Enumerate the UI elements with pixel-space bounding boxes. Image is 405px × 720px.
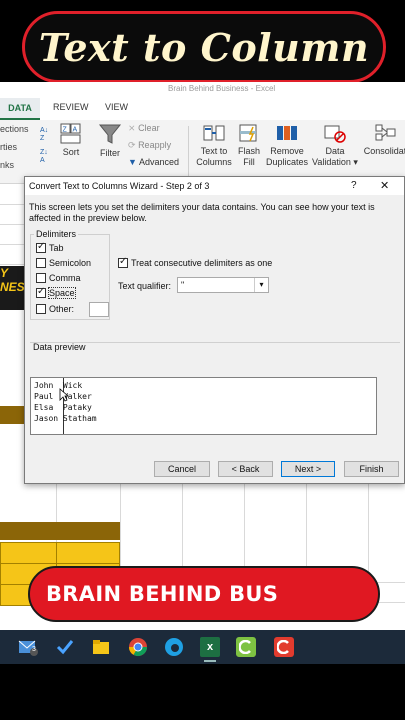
active-app-indicator <box>204 660 216 662</box>
reapply-button[interactable]: ⟳ Reapply <box>128 140 171 151</box>
checkbox-empty-icon <box>36 273 46 283</box>
comma-checkbox[interactable]: Comma <box>36 273 81 283</box>
brand-banner: BRAIN BEHIND BUS <box>28 566 380 622</box>
other-delimiter-input[interactable] <box>89 302 109 317</box>
semicolon-checkbox[interactable]: Semicolon <box>36 258 91 268</box>
dialog-titlebar[interactable]: Convert Text to Columns Wizard - Step 2 … <box>25 177 404 195</box>
bottom-letterbox <box>0 664 405 720</box>
advanced-icon: ▼ <box>128 157 137 167</box>
recorder-icon[interactable] <box>274 637 294 657</box>
checkbox-checked-icon <box>36 286 46 298</box>
text-qualifier-select[interactable]: " ▾ <box>177 277 269 293</box>
data-validation-icon <box>324 125 346 143</box>
sheet-banner-cell[interactable]: Y NES <box>0 266 24 310</box>
ribbon-side-connections[interactable]: ections <box>0 124 29 134</box>
mail-badge: 3 <box>32 646 36 653</box>
svg-text:Z: Z <box>40 135 45 140</box>
yellow-cell[interactable] <box>0 542 57 564</box>
reapply-icon: ⟳ <box>128 140 136 150</box>
sort-az-icon[interactable]: A↓ Z <box>40 124 54 145</box>
help-icon[interactable]: ? <box>351 180 357 191</box>
svg-text:A↓: A↓ <box>40 127 48 134</box>
text-to-columns-icon <box>203 125 225 141</box>
flash-fill-button[interactable]: Flash Fill <box>236 122 262 168</box>
treat-consecutive-checkbox[interactable]: Treat consecutive delimiters as one <box>118 256 272 268</box>
ribbon-divider <box>188 126 189 176</box>
remove-duplicates-icon <box>277 126 297 140</box>
video-title: Text to Column <box>38 24 370 70</box>
sort-za-icon[interactable]: Z↓ A <box>40 146 54 167</box>
consolidate-icon <box>375 124 396 141</box>
file-explorer-icon[interactable] <box>91 637 111 657</box>
brand-banner-text: BRAIN BEHIND BUS <box>46 582 279 606</box>
todo-check-icon[interactable] <box>55 637 75 657</box>
cancel-button[interactable]: Cancel <box>154 461 210 477</box>
svg-text:A: A <box>40 157 45 162</box>
remove-duplicates-button[interactable]: Remove Duplicates <box>264 122 310 168</box>
tab-checkbox[interactable]: Tab <box>36 241 64 253</box>
dialog-description: This screen lets you set the delimiters … <box>29 202 375 223</box>
tab-view[interactable]: VIEW <box>105 102 128 112</box>
data-preview-label: Data preview <box>33 342 86 352</box>
sort-label: Sort <box>62 147 80 157</box>
consolidate-button[interactable]: Consolidat <box>360 122 405 157</box>
text-to-columns-button[interactable]: Text to Columns <box>193 122 235 168</box>
filter-funnel-icon <box>98 124 122 144</box>
finish-button[interactable]: Finish <box>344 461 399 477</box>
flash-fill-icon <box>239 124 257 142</box>
clear-filter-button[interactable]: ⨯ Clear <box>128 123 160 134</box>
checkbox-checked-icon <box>118 256 128 268</box>
ribbon-tabs: DATA REVIEW VIEW <box>0 98 405 120</box>
checkbox-empty-icon <box>36 304 46 314</box>
document-title: Brain Behind Business - Excel <box>168 84 276 93</box>
checkbox-checked-icon <box>36 241 46 253</box>
checkbox-empty-icon <box>36 258 46 268</box>
svg-text:Z↓: Z↓ <box>40 149 48 156</box>
sort-icon: Z A <box>60 123 81 144</box>
svg-text:A: A <box>73 127 78 134</box>
camtasia-icon[interactable] <box>236 637 256 657</box>
preview-row: Elsa Pataky <box>34 403 92 412</box>
excel-icon[interactable]: x <box>200 637 220 657</box>
filter-button[interactable]: Filter <box>96 122 124 159</box>
header-band <box>0 522 120 540</box>
chevron-down-icon[interactable]: ▾ <box>254 278 268 292</box>
chrome-icon[interactable] <box>128 637 148 657</box>
windows-taskbar: 3 x <box>0 630 405 664</box>
mouse-cursor-icon <box>59 388 69 402</box>
close-icon[interactable]: ✕ <box>380 179 389 192</box>
dialog-title: Convert Text to Columns Wizard - Step 2 … <box>29 181 210 191</box>
delimiters-legend: Delimiters <box>34 229 79 239</box>
data-validation-button[interactable]: Data Validation ▾ <box>310 122 360 168</box>
back-button[interactable]: < Back <box>218 461 273 477</box>
preview-row: Jason Statham <box>34 414 97 423</box>
text-qualifier-label: Text qualifier: <box>118 281 172 291</box>
space-checkbox[interactable]: Space <box>36 286 76 299</box>
edge-icon[interactable] <box>164 637 184 657</box>
text-to-columns-wizard-dialog: Convert Text to Columns Wizard - Step 2 … <box>24 176 405 484</box>
tab-review[interactable]: REVIEW <box>53 102 89 112</box>
svg-text:Z: Z <box>63 127 68 134</box>
title-area: Text to Column <box>0 0 405 83</box>
sort-button[interactable]: Z A Sort <box>58 123 84 158</box>
tab-data[interactable]: DATA <box>0 98 40 120</box>
advanced-filter-button[interactable]: ▼ Advanced <box>128 157 179 167</box>
yellow-cell[interactable] <box>56 542 120 564</box>
data-preview-box[interactable]: John Wick Paul Walker Elsa Pataky Jason … <box>30 377 377 435</box>
filter-label: Filter <box>100 148 120 158</box>
ribbon: ections rties nks A↓ Z Z↓ A Z A Sort Filte… <box>0 120 405 184</box>
other-checkbox[interactable]: Other: <box>36 304 74 314</box>
clear-icon: ⨯ <box>128 123 136 133</box>
ribbon-side-properties[interactable]: rties <box>0 142 17 152</box>
next-button[interactable]: Next > <box>281 461 335 477</box>
title-pill: Text to Column <box>22 11 386 83</box>
ribbon-side-links[interactable]: nks <box>0 160 14 170</box>
delimiters-group: Delimiters Tab Semicolon Comma Space Oth… <box>30 229 110 320</box>
